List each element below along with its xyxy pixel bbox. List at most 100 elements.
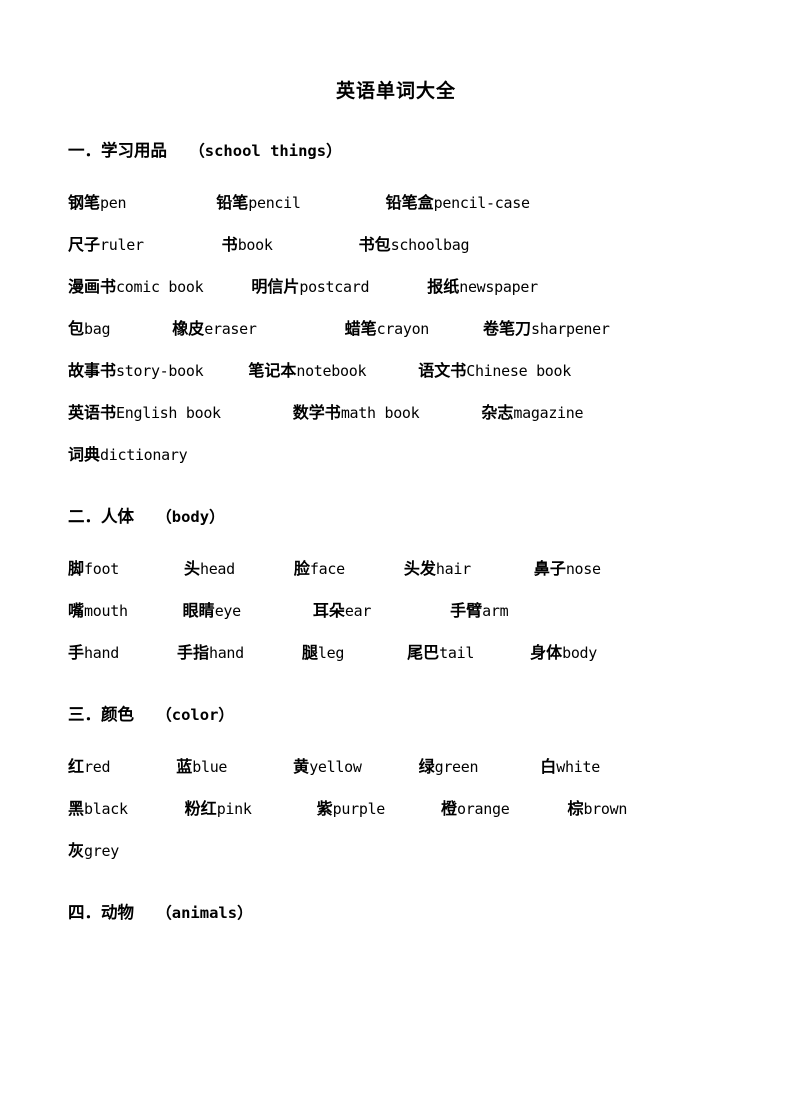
vocab-word-zh: 明信片: [251, 277, 300, 296]
vocab-item: 词典dictionary: [68, 434, 188, 481]
vocab-word-en: pink: [216, 800, 252, 818]
vocab-word-en: eraser: [204, 320, 257, 338]
vocab-row: 脚foot 头head 脸face 头发hair 鼻子nose: [68, 548, 728, 590]
vocab-word-zh: 尾巴: [407, 643, 440, 662]
vocab-word-en: magazine: [513, 404, 584, 422]
vocab-item: 手指hand: [177, 632, 244, 679]
vocab-word-en: tail: [439, 644, 475, 662]
vocab-row: 英语书English book 数学书math book 杂志magazine: [68, 392, 728, 434]
vocab-word-en: arm: [482, 602, 509, 620]
vocab-word-en: pen: [100, 194, 127, 212]
vocab-word-en: grey: [84, 842, 119, 860]
vocab-item: 棕brown: [567, 788, 627, 835]
vocab-word-zh: 铅笔: [216, 193, 249, 212]
vocab-word-zh: 蜡笔: [344, 319, 377, 338]
vocab-word-en: pencil-case: [433, 194, 530, 212]
section-name-separator: [134, 903, 156, 922]
vocab-word-zh: 脚: [68, 559, 85, 578]
section-name-zh: 颜色: [101, 705, 134, 724]
vocab-word-zh: 白: [540, 757, 557, 776]
section-name-zh: 学习用品: [101, 141, 167, 160]
vocab-word-en: English book: [116, 404, 221, 422]
section-name-zh: 人体: [101, 507, 134, 526]
vocab-word-zh: 眼睛: [182, 601, 215, 620]
vocab-word-en: hair: [435, 560, 471, 578]
section-name-en: （body）: [156, 508, 225, 526]
vocab-item: 头发hair: [404, 548, 471, 595]
vocab-item: 钢笔pen: [68, 182, 127, 229]
vocab-word-en: black: [84, 800, 128, 818]
vocab-item: 包bag: [68, 308, 111, 355]
vocab-item: 黄yellow: [293, 746, 362, 793]
vocab-word-en: math book: [340, 404, 420, 422]
vocab-word-en: purple: [332, 800, 386, 818]
section-heading-body: 二．人体 （body）: [68, 502, 728, 532]
vocab-word-zh: 橡皮: [172, 319, 205, 338]
vocab-word-en: book: [237, 236, 273, 254]
document-page: 英语单词大全 一．学习用品 （school things） 钢笔pen 铅笔 penc…: [0, 0, 792, 1120]
vocab-word-zh: 尺子: [68, 235, 101, 254]
vocab-item: 腿leg: [301, 632, 345, 679]
vocab-item: 蓝blue: [176, 746, 227, 793]
vocab-block-school-things: 钢笔pen 铅笔pencil 铅笔盒pencil-case 尺子ruler 书book 书…: [68, 182, 728, 476]
section-name-en: （school things）: [189, 142, 342, 160]
vocab-word-zh: 紫: [316, 799, 333, 818]
vocab-word-en: white: [556, 758, 600, 776]
vocab-item: 蜡笔crayon: [344, 308, 430, 355]
vocab-item: 橡皮eraser: [172, 308, 257, 355]
vocab-word-zh: 绿: [418, 757, 435, 776]
vocab-item: 书包schoolbag: [359, 224, 470, 271]
vocab-word-zh: 耳朵: [312, 601, 345, 620]
vocab-item: 铅笔盒pencil-case: [386, 182, 530, 229]
vocab-item: 耳朵ear: [312, 590, 372, 637]
vocab-word-zh: 笔记本: [248, 361, 297, 380]
section-name-en: （animals）: [156, 904, 253, 922]
vocab-row: 包bag 橡皮eraser 蜡笔crayon 卷笔刀sharpener: [68, 308, 728, 350]
vocab-item: 身体body: [530, 632, 597, 679]
vocab-item: 故事书story-book: [68, 350, 204, 397]
section-name-en: （color）: [156, 706, 234, 724]
vocab-word-en: red: [84, 758, 111, 776]
vocab-word-zh: 红: [68, 757, 85, 776]
document-body: 一．学习用品 （school things） 钢笔pen 铅笔pencil 铅笔盒pe…: [68, 136, 728, 930]
vocab-word-zh: 鼻子: [533, 559, 566, 578]
vocab-item: 绿green: [419, 746, 479, 793]
vocab-row: 嘴mouth 眼睛eye 耳朵ear 手臂arm: [68, 590, 728, 632]
vocab-word-en: postcard: [299, 278, 370, 296]
vocab-item: 尾巴tail: [407, 632, 474, 679]
vocab-word-zh: 黄: [293, 757, 310, 776]
vocab-word-en: body: [562, 644, 598, 662]
vocab-word-zh: 腿: [301, 643, 318, 662]
vocab-word-en: green: [434, 758, 479, 776]
vocab-word-zh: 卷笔刀: [483, 319, 532, 338]
vocab-word-en: ear: [344, 602, 372, 620]
vocab-item: 粉红pink: [185, 788, 252, 835]
vocab-word-zh: 语文书: [418, 361, 467, 380]
section-number: 二．: [68, 507, 101, 526]
section-heading-color: 三．颜色 （color）: [68, 700, 728, 730]
vocab-word-zh: 粉红: [184, 799, 217, 818]
vocab-word-zh: 头发: [403, 559, 436, 578]
vocab-item: 漫画书comic book: [68, 266, 204, 313]
vocab-word-zh: 棕: [567, 799, 584, 818]
vocab-word-zh: 数学书: [292, 403, 341, 422]
vocab-word-zh: 英语书: [68, 403, 117, 422]
vocab-word-zh: 蓝: [176, 757, 193, 776]
vocab-word-en: hand: [208, 644, 244, 662]
vocab-word-en: sharpener: [531, 320, 610, 338]
vocab-item: 眼睛eye: [182, 590, 242, 637]
section-name-zh: 动物: [101, 903, 134, 922]
vocab-word-zh: 书: [221, 235, 238, 254]
vocab-word-en: bag: [84, 320, 111, 338]
section-name-separator: [134, 705, 156, 724]
section-number: 一．: [68, 141, 101, 160]
vocab-word-en: orange: [457, 800, 510, 818]
page-title: 英语单词大全: [335, 80, 456, 102]
vocab-item: 尺子ruler: [68, 224, 144, 271]
vocab-block-color: 红red 蓝blue 黄yellow 绿green 白white 黑black 粉红pink…: [68, 746, 728, 872]
vocab-word-zh: 嘴: [68, 601, 85, 620]
vocab-word-zh: 手臂: [450, 601, 483, 620]
vocab-word-zh: 脸: [293, 559, 310, 578]
vocab-item: 手臂arm: [450, 590, 509, 637]
